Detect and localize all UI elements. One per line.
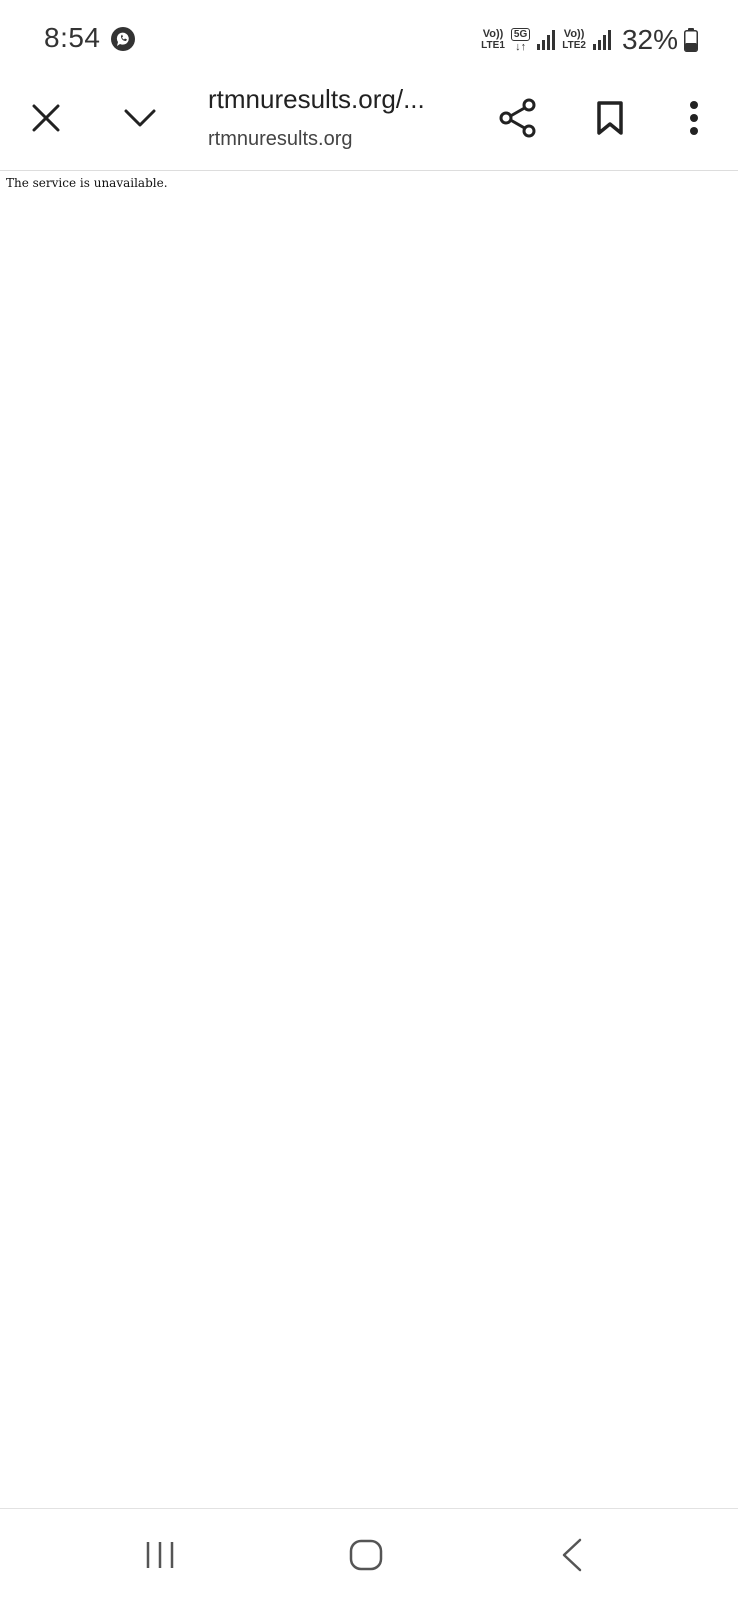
more-options-button[interactable] xyxy=(670,94,718,142)
data-arrows: ↓↑ xyxy=(515,40,527,53)
page-domain: rtmnuresults.org xyxy=(208,128,353,150)
system-nav-bar xyxy=(0,1508,738,1600)
recents-button[interactable] xyxy=(130,1527,190,1583)
phone-screen: 8:54 Vo)) LTE1 5G ↓↑ Vo)) LTE2 32% rtmnu… xyxy=(0,0,738,1600)
more-vert-icon xyxy=(690,101,698,135)
sim1-network: LTE1 xyxy=(481,40,505,51)
close-icon xyxy=(32,104,60,132)
browser-toolbar: rtmnuresults.org/... rtmnuresults.org xyxy=(0,80,738,171)
home-icon xyxy=(349,1539,383,1571)
web-page-content: The service is unavailable. xyxy=(0,171,738,1507)
status-bar: 8:54 Vo)) LTE1 5G ↓↑ Vo)) LTE2 32% xyxy=(0,0,738,80)
signal-strength-icon xyxy=(537,30,556,50)
bookmark-button[interactable] xyxy=(586,94,634,142)
share-icon xyxy=(499,98,536,138)
battery-icon xyxy=(684,28,698,52)
close-button[interactable] xyxy=(22,94,70,142)
status-time: 8:54 xyxy=(44,22,101,53)
page-url-title: rtmnuresults.org/... xyxy=(208,84,425,114)
url-bar[interactable]: rtmnuresults.org/... rtmnuresults.org xyxy=(208,80,478,168)
sim1-volte: Vo)) xyxy=(482,28,504,40)
network-5g-badge: 5G ↓↑ xyxy=(510,27,531,53)
notification-app-icon xyxy=(111,27,135,51)
home-button[interactable] xyxy=(336,1527,396,1583)
error-message: The service is unavailable. xyxy=(6,176,168,190)
sim1-label: Vo)) LTE1 xyxy=(481,28,505,52)
share-button[interactable] xyxy=(494,94,542,142)
bookmark-icon xyxy=(597,101,623,135)
battery-percent: 32% xyxy=(621,24,678,55)
sim2-network: LTE2 xyxy=(562,40,586,51)
back-icon xyxy=(562,1538,582,1572)
network-type: 5G xyxy=(510,27,531,41)
minimize-button[interactable] xyxy=(116,94,164,142)
back-button[interactable] xyxy=(542,1527,602,1583)
status-icons: Vo)) LTE1 5G ↓↑ Vo)) LTE2 32% xyxy=(481,24,698,56)
signal-strength-icon xyxy=(592,30,611,50)
sim2-volte: Vo)) xyxy=(563,28,585,40)
chevron-down-icon xyxy=(124,109,156,127)
sim2-label: Vo)) LTE2 xyxy=(562,28,586,52)
recents-icon xyxy=(146,1542,174,1568)
